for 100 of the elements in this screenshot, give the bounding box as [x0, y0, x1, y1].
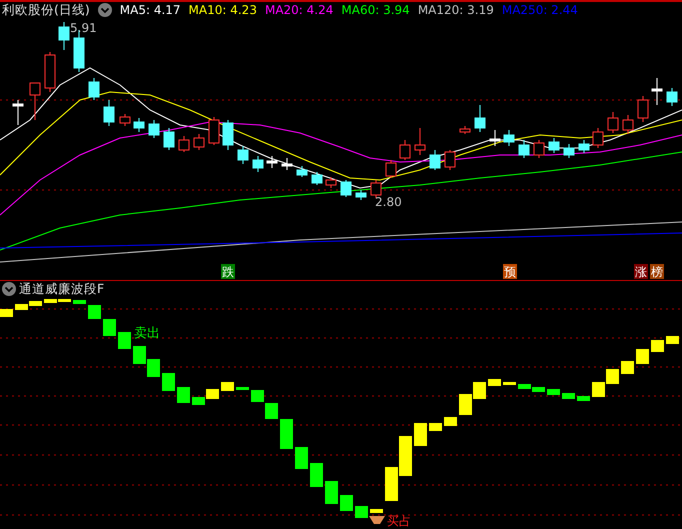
histogram-bar	[414, 423, 427, 446]
buy-label: 买占	[387, 514, 411, 527]
histogram-bar	[133, 346, 146, 364]
moving-average-value: MA20: 4.24	[264, 3, 334, 17]
high-price-label: 5.91	[70, 21, 97, 35]
candlestick	[296, 166, 308, 178]
histogram-bar	[577, 396, 590, 401]
candlestick	[430, 150, 440, 170]
candlestick	[134, 118, 144, 132]
histogram-bar	[429, 423, 442, 431]
histogram-bar	[162, 373, 175, 391]
histogram-bar	[236, 387, 249, 390]
histogram-bar	[73, 300, 86, 304]
histogram-bar	[503, 382, 516, 385]
moving-average-value: MA10: 4.23	[188, 3, 257, 17]
candlestick	[444, 150, 456, 170]
histogram-bar	[177, 387, 190, 403]
candlestick	[266, 156, 278, 168]
candlestick	[282, 158, 292, 170]
candlestick	[30, 82, 40, 120]
histogram-bar	[473, 382, 486, 399]
signal-tag: 榜	[650, 264, 664, 279]
candlestick	[370, 180, 382, 198]
candlestick	[178, 136, 190, 152]
histogram-bar	[147, 359, 160, 377]
candlestick	[622, 114, 634, 134]
histogram-bar	[265, 403, 278, 419]
candlestick	[340, 180, 352, 198]
candlestick	[592, 128, 604, 148]
histogram-bar	[251, 390, 264, 402]
histogram-bar	[621, 361, 634, 374]
histogram-bar	[488, 379, 501, 386]
moving-average-value: MA5: 4.17	[120, 3, 181, 17]
candlestick	[414, 128, 426, 156]
candlestick	[666, 88, 678, 106]
candlestick	[164, 128, 174, 150]
chevron-down-icon[interactable]	[98, 3, 112, 17]
moving-average-value: MA120: 3.19	[418, 3, 494, 17]
candlestick	[608, 112, 618, 134]
histogram-bar	[666, 336, 679, 344]
moving-average-value: MA60: 3.94	[341, 3, 410, 17]
histogram-bar	[547, 389, 560, 395]
candlestick	[194, 134, 204, 150]
signal-tag: 涨	[634, 264, 648, 279]
signal-tag: 跌	[221, 264, 235, 279]
histogram-bar	[355, 506, 368, 518]
candlestick	[578, 140, 590, 154]
candlestick	[120, 114, 130, 126]
histogram-bar	[118, 332, 131, 349]
candlestick	[548, 138, 560, 154]
candlestick	[386, 160, 396, 178]
candlestick	[490, 130, 500, 146]
candlestick	[652, 78, 662, 106]
candlestick	[104, 100, 114, 126]
candlestick	[356, 190, 366, 200]
histogram-bar	[280, 419, 293, 449]
candlestick	[312, 172, 322, 186]
candlestick	[12, 100, 24, 126]
histogram-bar	[206, 389, 219, 399]
histogram-bar	[636, 349, 649, 364]
candlestick	[252, 156, 264, 172]
histogram-bar	[310, 463, 323, 487]
sell-label: 卖出	[134, 326, 160, 341]
candlestick	[58, 22, 70, 50]
candlestick	[208, 116, 220, 146]
indicator-title: 通道威廉波段F	[19, 280, 104, 298]
histogram-bar	[459, 394, 472, 415]
histogram-bar	[221, 382, 234, 391]
candlestick	[88, 78, 100, 100]
low-price-label: 2.80	[375, 195, 402, 209]
histogram-bar	[444, 417, 457, 426]
candlestick	[474, 104, 486, 132]
histogram-bar	[340, 495, 353, 511]
histogram-bar	[325, 481, 338, 504]
chevron-down-icon[interactable]	[2, 282, 16, 296]
histogram-bar	[370, 509, 383, 513]
candlestick	[400, 140, 410, 160]
candlestick	[44, 52, 56, 92]
candlestick	[638, 96, 648, 122]
candlestick	[504, 130, 514, 146]
signal-tag: 预	[503, 264, 517, 279]
histogram-bar	[651, 340, 664, 352]
histogram-bar	[385, 467, 398, 501]
moving-average-value: MA250: 2.44	[502, 3, 578, 17]
histogram-bar	[562, 393, 575, 399]
candlestick	[238, 146, 248, 164]
buy-signal-icon	[369, 516, 385, 524]
candlestick	[148, 120, 160, 138]
candlestick	[564, 144, 574, 158]
histogram-bar	[103, 319, 116, 336]
candlestick	[534, 140, 544, 158]
histogram-bar	[592, 382, 605, 397]
histogram-bar	[88, 305, 101, 319]
stock-title: 利欧股份(日线)	[2, 2, 90, 18]
histogram-bar	[399, 436, 412, 476]
candlestick	[222, 120, 234, 150]
histogram-bar	[606, 369, 619, 384]
candlestick	[326, 176, 336, 188]
histogram-bar	[0, 309, 13, 317]
histogram-bar	[295, 447, 308, 469]
